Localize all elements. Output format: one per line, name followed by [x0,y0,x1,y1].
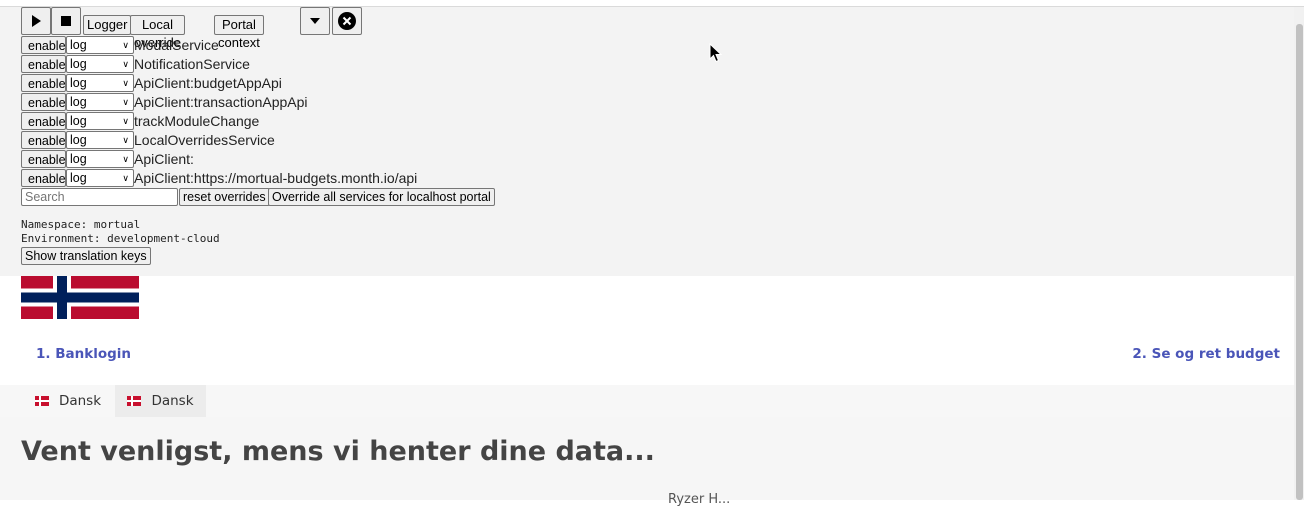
logger-tab[interactable]: Logger [83,15,132,35]
language-label: Dansk [58,393,102,409]
enable-button[interactable]: enable [21,112,66,130]
service-name: LocalOverridesService [134,132,275,148]
log-level-select[interactable]: log ∨ [66,93,134,111]
log-level-value: log [70,152,87,166]
log-level-select[interactable]: log ∨ [66,74,134,92]
log-level-value: log [70,171,87,185]
chevron-down-icon: ∨ [122,59,129,69]
enable-button[interactable]: enable [21,131,66,149]
enable-button[interactable]: enable [21,169,66,187]
override-all-button[interactable]: Override all services for localhost port… [268,188,495,206]
log-level-select[interactable]: log ∨ [66,131,134,149]
environment-text: Environment: development-cloud [21,232,220,245]
service-name: ApiClient:https://mortual-budgets.month.… [134,170,418,186]
enable-button[interactable]: enable [21,74,66,92]
close-button[interactable] [332,7,362,35]
chevron-down-icon: ∨ [122,173,129,183]
service-name: ApiClient:budgetAppApi [134,75,282,91]
language-label: Dansk [151,393,194,409]
mouse-cursor-icon [709,43,723,63]
log-level-select[interactable]: log ∨ [66,36,134,54]
log-level-value: log [70,57,87,71]
language-tab-dansk-active[interactable]: Dansk [115,385,206,417]
stop-button[interactable] [51,7,81,35]
enable-button[interactable]: enable [21,55,66,73]
chevron-down-icon: ∨ [122,135,129,145]
portal-context-tab[interactable]: Portal context [214,15,264,50]
log-level-select[interactable]: log ∨ [66,150,134,168]
chevron-down-icon: ∨ [122,97,129,107]
play-button[interactable] [21,7,51,35]
vertical-scrollbar-thumb[interactable] [1296,24,1303,500]
search-input[interactable] [21,188,178,206]
service-name: trackModuleChange [134,113,260,129]
chevron-down-icon: ∨ [122,154,129,164]
denmark-flag-icon [34,396,49,406]
reset-overrides-button[interactable]: reset overrides [179,188,270,206]
step-1-link[interactable]: 1. Banklogin [36,346,131,362]
enable-button[interactable]: enable [21,93,66,111]
enable-button[interactable]: enable [21,150,66,168]
norway-flag-icon [21,276,139,319]
namespace-text: Namespace: mortual [21,218,141,231]
step-2-link[interactable]: 2. Se og ret budget [1132,346,1280,362]
chevron-down-icon: ∨ [122,40,129,50]
caret-down-icon [310,18,320,24]
service-name: NotificationService [134,56,250,72]
stop-icon [61,16,71,26]
log-level-select[interactable]: log ∨ [66,55,134,73]
log-level-value: log [70,133,87,147]
log-level-select[interactable]: log ∨ [66,112,134,130]
chevron-down-icon: ∨ [122,116,129,126]
show-translation-keys-button[interactable]: Show translation keys [21,247,151,265]
service-name: ApiClient:transactionAppApi [134,94,308,110]
close-circle-icon [338,12,356,30]
log-level-value: log [70,76,87,90]
enable-button[interactable]: enable [21,36,66,54]
log-level-select[interactable]: log ∨ [66,169,134,187]
language-tab-dansk[interactable]: Dansk [21,385,115,417]
play-icon [32,15,41,27]
service-name: ApiClient: [134,151,194,167]
loading-title: Vent venligst, mens vi henter dine data.… [21,436,655,467]
log-level-value: log [70,95,87,109]
local-override-tab[interactable]: Local override [130,15,185,50]
chevron-down-icon: ∨ [122,78,129,88]
log-level-value: log [70,114,87,128]
log-level-value: log [70,38,87,52]
service-name: ModalService [134,37,219,53]
denmark-flag-icon [127,396,142,406]
dropdown-button[interactable] [300,7,330,35]
